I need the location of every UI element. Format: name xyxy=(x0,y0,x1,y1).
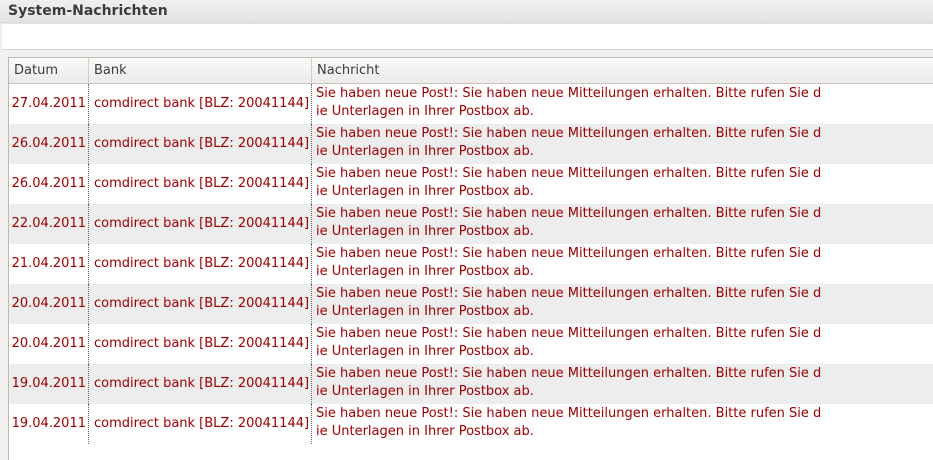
table-row[interactable]: 20.04.2011 comdirect bank [BLZ: 20041144]… xyxy=(9,284,933,324)
message-line-2: ie Unterlagen in Ihrer Postbox ab. xyxy=(316,424,534,439)
message-line-1: Sie haben neue Post!: Sie haben neue Mit… xyxy=(316,206,822,221)
table-empty-area xyxy=(9,444,933,460)
message-line-2: ie Unterlagen in Ihrer Postbox ab. xyxy=(316,304,534,319)
cell-date: 21.04.2011 xyxy=(9,244,89,284)
message-line-2: ie Unterlagen in Ihrer Postbox ab. xyxy=(316,224,534,239)
toolbar-area xyxy=(2,23,933,50)
cell-message: Sie haben neue Post!: Sie haben neue Mit… xyxy=(312,124,832,164)
cell-bank: comdirect bank [BLZ: 20041144] xyxy=(89,324,312,364)
table-row[interactable]: 19.04.2011 comdirect bank [BLZ: 20041144]… xyxy=(9,404,933,444)
column-header-message[interactable]: Nachricht xyxy=(312,58,933,83)
cell-message: Sie haben neue Post!: Sie haben neue Mit… xyxy=(312,164,832,204)
table-row[interactable]: 22.04.2011 comdirect bank [BLZ: 20041144]… xyxy=(9,204,933,244)
cell-bank: comdirect bank [BLZ: 20041144] xyxy=(89,84,312,124)
message-line-2: ie Unterlagen in Ihrer Postbox ab. xyxy=(316,144,534,159)
message-line-1: Sie haben neue Post!: Sie haben neue Mit… xyxy=(316,406,822,421)
cell-message: Sie haben neue Post!: Sie haben neue Mit… xyxy=(312,244,832,284)
panel-titlebar: System-Nachrichten xyxy=(0,0,933,23)
cell-bank: comdirect bank [BLZ: 20041144] xyxy=(89,404,312,444)
cell-message: Sie haben neue Post!: Sie haben neue Mit… xyxy=(312,204,832,244)
cell-date: 20.04.2011 xyxy=(9,324,89,364)
column-header-bank[interactable]: Bank xyxy=(89,58,312,83)
message-line-2: ie Unterlagen in Ihrer Postbox ab. xyxy=(316,104,534,119)
table-row[interactable]: 26.04.2011 comdirect bank [BLZ: 20041144]… xyxy=(9,124,933,164)
table-row[interactable]: 26.04.2011 comdirect bank [BLZ: 20041144]… xyxy=(9,164,933,204)
message-line-2: ie Unterlagen in Ihrer Postbox ab. xyxy=(316,184,534,199)
column-header-date[interactable]: Datum xyxy=(9,58,89,83)
table-row[interactable]: 27.04.2011 comdirect bank [BLZ: 20041144]… xyxy=(9,84,933,124)
table-body: 27.04.2011 comdirect bank [BLZ: 20041144]… xyxy=(9,84,933,444)
message-line-1: Sie haben neue Post!: Sie haben neue Mit… xyxy=(316,166,822,181)
cell-date: 19.04.2011 xyxy=(9,404,89,444)
cell-date: 27.04.2011 xyxy=(9,84,89,124)
message-line-1: Sie haben neue Post!: Sie haben neue Mit… xyxy=(316,86,822,101)
cell-bank: comdirect bank [BLZ: 20041144] xyxy=(89,244,312,284)
cell-bank: comdirect bank [BLZ: 20041144] xyxy=(89,164,312,204)
message-line-2: ie Unterlagen in Ihrer Postbox ab. xyxy=(316,384,534,399)
panel-title: System-Nachrichten xyxy=(8,3,168,19)
cell-message: Sie haben neue Post!: Sie haben neue Mit… xyxy=(312,404,832,444)
message-line-1: Sie haben neue Post!: Sie haben neue Mit… xyxy=(316,126,822,141)
cell-date: 20.04.2011 xyxy=(9,284,89,324)
cell-date: 19.04.2011 xyxy=(9,364,89,404)
message-line-2: ie Unterlagen in Ihrer Postbox ab. xyxy=(316,264,534,279)
cell-bank: comdirect bank [BLZ: 20041144] xyxy=(89,124,312,164)
message-line-1: Sie haben neue Post!: Sie haben neue Mit… xyxy=(316,326,822,341)
cell-message: Sie haben neue Post!: Sie haben neue Mit… xyxy=(312,84,832,124)
cell-bank: comdirect bank [BLZ: 20041144] xyxy=(89,284,312,324)
cell-message: Sie haben neue Post!: Sie haben neue Mit… xyxy=(312,364,832,404)
messages-table[interactable]: Datum Bank Nachricht 27.04.2011 comdirect… xyxy=(8,57,933,460)
table-row[interactable]: 20.04.2011 comdirect bank [BLZ: 20041144]… xyxy=(9,324,933,364)
cell-bank: comdirect bank [BLZ: 20041144] xyxy=(89,204,312,244)
cell-date: 22.04.2011 xyxy=(9,204,89,244)
message-line-1: Sie haben neue Post!: Sie haben neue Mit… xyxy=(316,366,822,381)
message-line-1: Sie haben neue Post!: Sie haben neue Mit… xyxy=(316,246,822,261)
message-line-2: ie Unterlagen in Ihrer Postbox ab. xyxy=(316,344,534,359)
cell-bank: comdirect bank [BLZ: 20041144] xyxy=(89,364,312,404)
table-header: Datum Bank Nachricht xyxy=(9,58,933,84)
message-line-1: Sie haben neue Post!: Sie haben neue Mit… xyxy=(316,286,822,301)
cell-date: 26.04.2011 xyxy=(9,164,89,204)
table-row[interactable]: 21.04.2011 comdirect bank [BLZ: 20041144]… xyxy=(9,244,933,284)
table-row[interactable]: 19.04.2011 comdirect bank [BLZ: 20041144]… xyxy=(9,364,933,404)
cell-message: Sie haben neue Post!: Sie haben neue Mit… xyxy=(312,324,832,364)
cell-message: Sie haben neue Post!: Sie haben neue Mit… xyxy=(312,284,832,324)
cell-date: 26.04.2011 xyxy=(9,124,89,164)
